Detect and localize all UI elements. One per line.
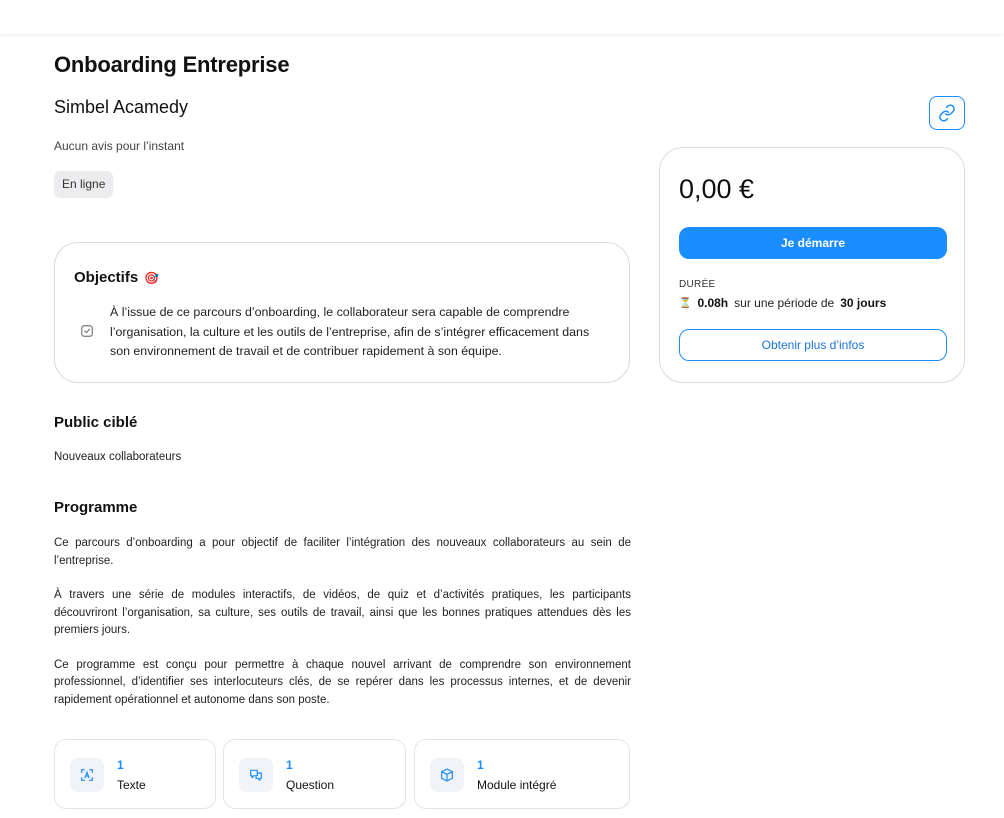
text-icon [70, 758, 104, 792]
module-icon [430, 758, 464, 792]
stat-label: Module intégré [477, 778, 557, 792]
stat-count: 1 [477, 758, 484, 772]
audience-title: Public ciblé [54, 414, 138, 431]
top-bar [0, 0, 1004, 34]
stat-count: 1 [117, 758, 124, 772]
objectives-heading: Objectifs 🎯 [74, 269, 159, 286]
checkbox-icon [81, 325, 93, 337]
course-title: Onboarding Entreprise [54, 52, 290, 77]
price: 0,00 € [679, 174, 755, 204]
stat-count: 1 [286, 758, 293, 772]
mode-badge: En ligne [54, 171, 114, 198]
stat-card-module: 1 Module intégré [414, 739, 630, 809]
course-provider: Simbel Acamedy [54, 97, 189, 117]
stat-label: Question [286, 778, 335, 792]
duration-value: 0.08h [697, 296, 729, 310]
start-button[interactable]: Je démarre [679, 227, 947, 259]
program-paragraph: Ce programme est conçu pour permettre à … [54, 658, 631, 706]
objective-item: À l’issue de ce parcours d’onboarding, l… [110, 305, 590, 358]
stat-card-text: 1 Texte [54, 739, 216, 809]
link-icon [939, 104, 955, 122]
program-title: Programme [54, 499, 138, 516]
copy-link-button[interactable] [929, 96, 965, 130]
stat-card-question: 1 Question [223, 739, 406, 809]
objectives-title: Objectifs [74, 269, 139, 286]
program-paragraph: Ce parcours d’onboarding a pour objectif… [54, 537, 631, 567]
objectives-card: Objectifs 🎯 À l’issue de ce parcours d’o… [54, 242, 630, 383]
period-value: 30 jours [840, 296, 887, 310]
hourglass-icon: ⏳ [679, 297, 692, 309]
program-paragraph: À travers une série de modules interacti… [54, 589, 631, 636]
reviews-text: Aucun avis pour l’instant [54, 139, 185, 153]
more-info-button[interactable]: Obtenir plus d’infos [679, 329, 947, 361]
question-icon [239, 758, 273, 792]
target-icon: 🎯 [144, 270, 160, 285]
duration-row: ⏳ 0.08h sur une période de 30 jours [679, 296, 886, 310]
pricing-card: 0,00 € Je démarre DURÉE ⏳ 0.08h sur une … [659, 147, 965, 383]
program-description: Ce parcours d’onboarding a pour objectif… [54, 535, 631, 726]
period-text: sur une période de [734, 296, 835, 310]
audience-text: Nouveaux collaborateurs [54, 451, 182, 463]
stat-label: Texte [117, 778, 146, 792]
duration-label: DURÉE [679, 279, 716, 290]
